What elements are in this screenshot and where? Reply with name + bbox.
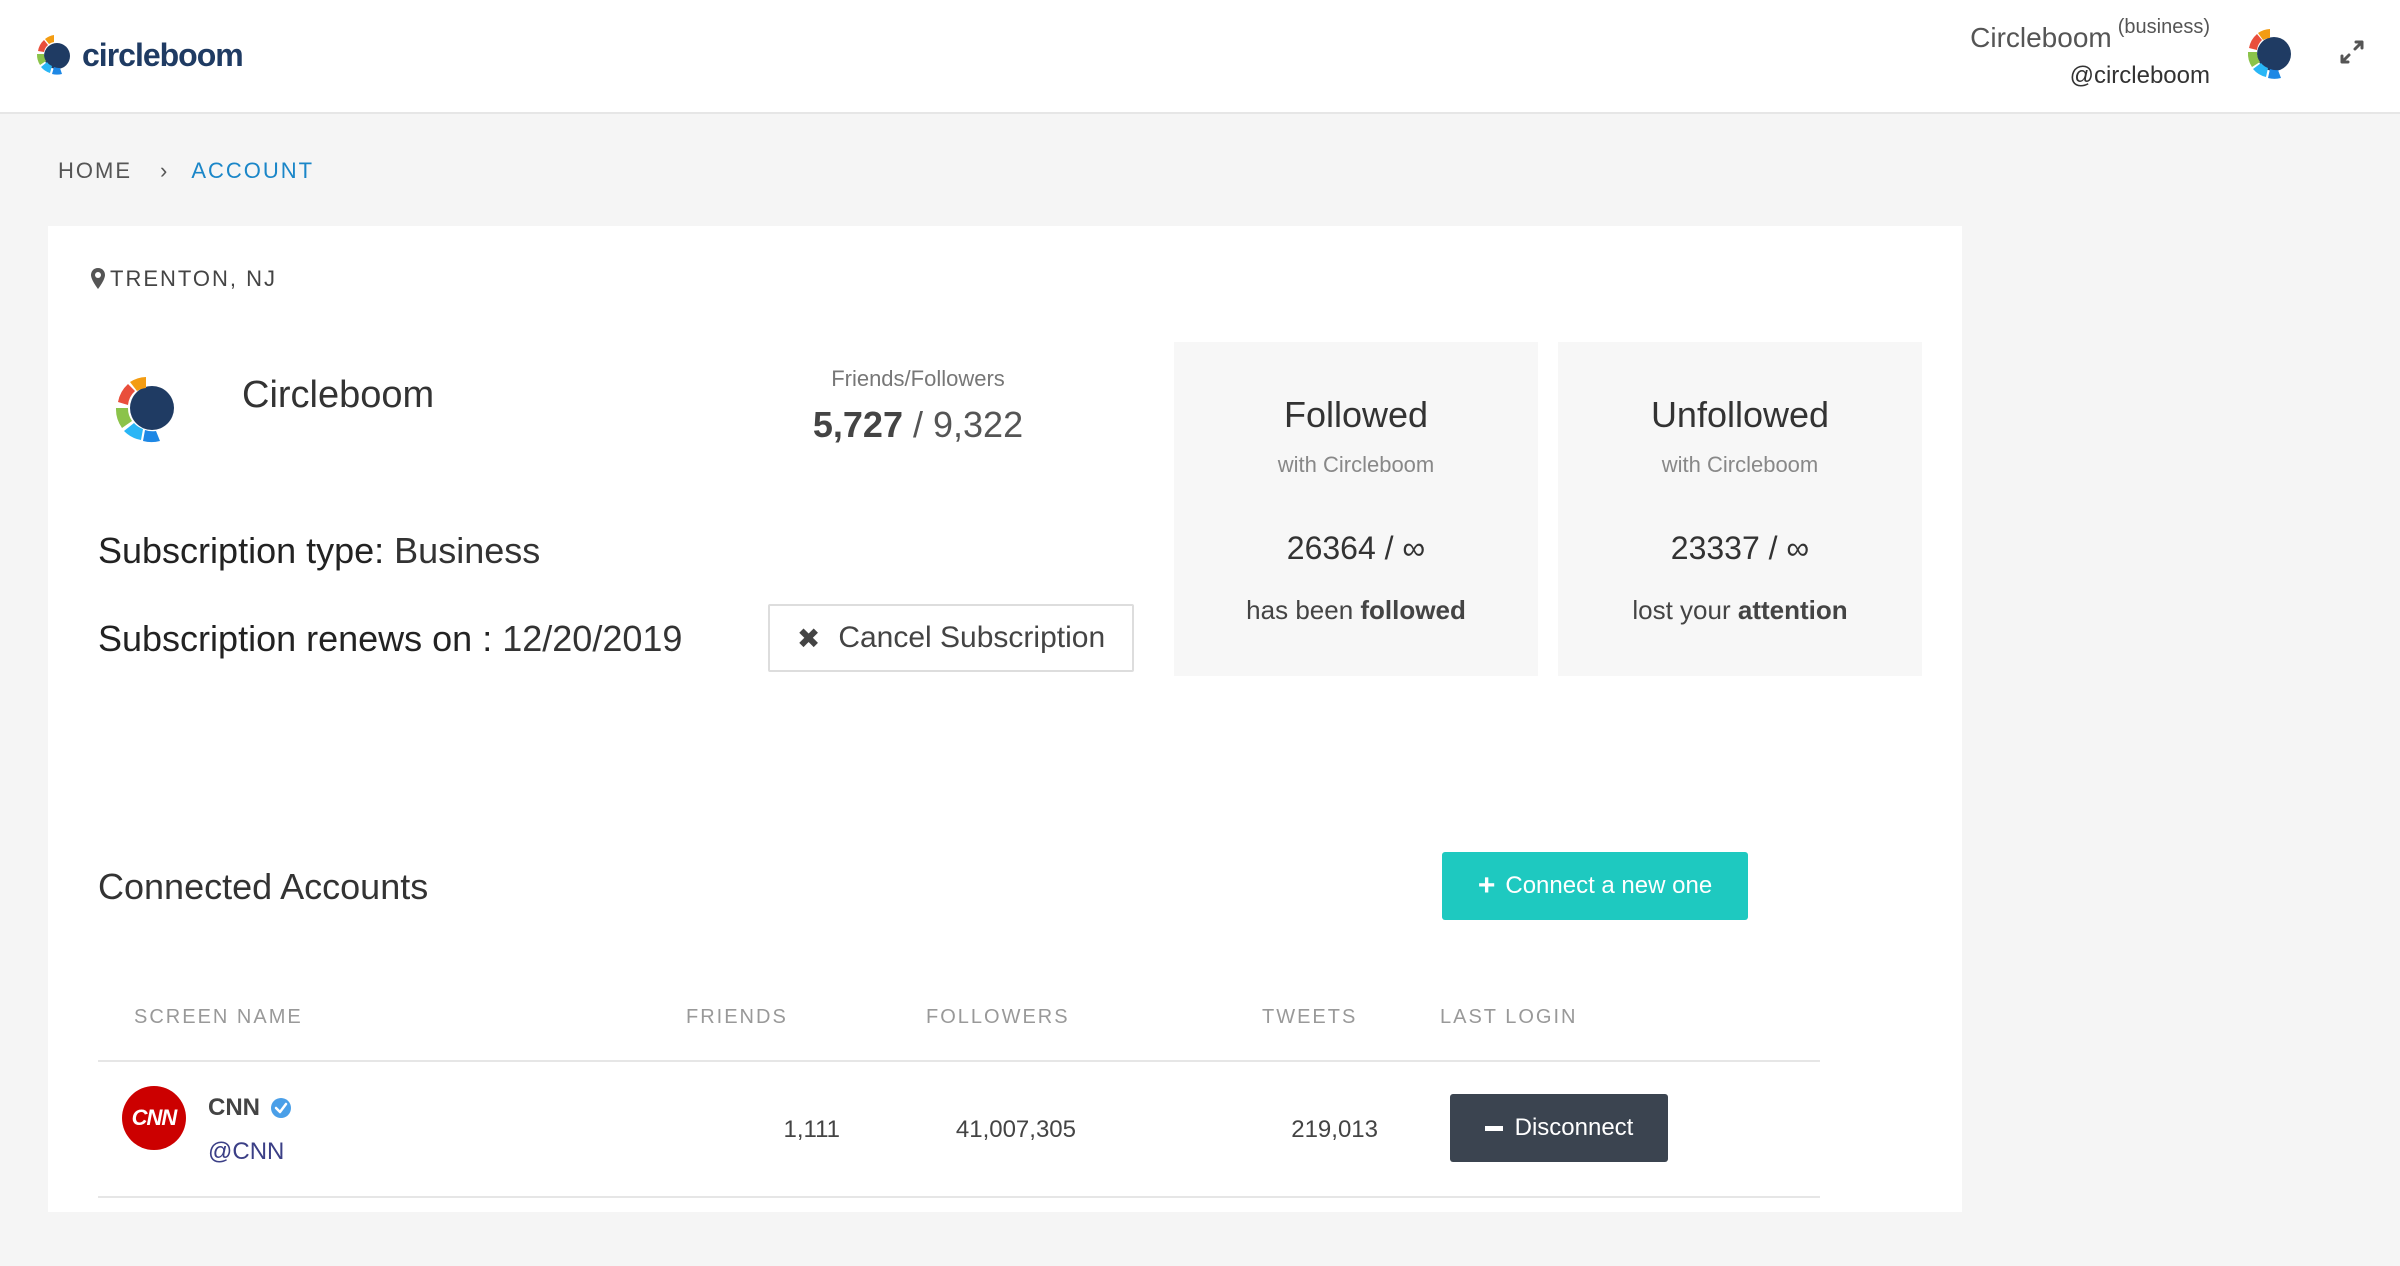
- avatar[interactable]: [2240, 22, 2304, 86]
- connect-label: Connect a new one: [1505, 872, 1713, 899]
- minus-icon: [1484, 1125, 1503, 1131]
- account-handle[interactable]: @CNN: [208, 1138, 284, 1166]
- followed-desc: has been followed: [1174, 595, 1538, 626]
- followed-stat-box: Followed with Circleboom 26364 / ∞ has b…: [1174, 342, 1538, 676]
- account-name-line: CNN: [208, 1094, 292, 1122]
- col-tweets[interactable]: TWEETS: [1262, 1006, 1357, 1029]
- expand-icon[interactable]: [2338, 38, 2366, 66]
- connected-accounts-table: SCREEN NAME FRIENDS FOLLOWERS TWEETS LAS…: [98, 970, 1820, 1198]
- unfollowed-desc: lost your attention: [1558, 595, 1922, 626]
- verified-badge-icon: [271, 1098, 291, 1118]
- account-friends: 1,111: [783, 1116, 841, 1143]
- account-tweets: 219,013: [1291, 1116, 1378, 1143]
- ff-values: 5,727 / 9,322: [768, 404, 1068, 446]
- followers-count: / 9,322: [913, 404, 1024, 445]
- breadcrumb-home[interactable]: HOME: [58, 158, 132, 184]
- breadcrumb: HOME › ACCOUNT: [58, 158, 314, 184]
- top-bar: circleboom Circleboom (business) @circleb…: [0, 0, 2400, 114]
- disconnect-label: Disconnect: [1514, 1114, 1634, 1141]
- unfollowed-subtitle: with Circleboom: [1661, 452, 1819, 477]
- col-screen-name[interactable]: SCREEN NAME: [134, 1006, 303, 1029]
- disconnect-button[interactable]: Disconnect: [1450, 1094, 1668, 1162]
- user-tier: (business): [2117, 16, 2210, 38]
- times-icon: ✖: [796, 622, 821, 654]
- unfollowed-desc-prefix: lost your: [1632, 595, 1731, 625]
- location-text: TRENTON, NJ: [110, 266, 278, 291]
- account-name: CNN: [208, 1094, 260, 1121]
- account-followers: 41,007,305: [955, 1116, 1076, 1143]
- subscription-renews-label: Subscription renews on :: [98, 618, 493, 659]
- col-friends[interactable]: FRIENDS: [686, 1006, 788, 1029]
- user-name: Circleboom: [1970, 22, 2112, 53]
- table-header: SCREEN NAME FRIENDS FOLLOWERS TWEETS LAS…: [98, 970, 1820, 1062]
- subscription-type: Subscription type: Business: [98, 530, 540, 572]
- followed-title: Followed: [1283, 394, 1429, 435]
- profile-avatar: [115, 377, 174, 443]
- subscription-renews: Subscription renews on : 12/20/2019: [98, 618, 682, 660]
- breadcrumb-current[interactable]: ACCOUNT: [191, 158, 314, 184]
- cnn-logo: CNN: [122, 1086, 186, 1150]
- friends-count: 5,727: [812, 404, 903, 445]
- table-row: CNN CNN @CNN 1,111 41,007,305 219,013 Di…: [98, 1062, 1820, 1198]
- connected-accounts-title: Connected Accounts: [98, 866, 429, 907]
- unfollowed-title: Unfollowed: [1650, 394, 1830, 435]
- chevron-right-icon: ›: [160, 158, 170, 183]
- user-block[interactable]: Circleboom (business) @circleboom: [1970, 16, 2210, 90]
- followed-subtitle: with Circleboom: [1277, 452, 1435, 477]
- profile-name: Circleboom: [242, 374, 435, 416]
- connect-new-account-button[interactable]: + Connect a new one: [1442, 852, 1748, 920]
- account-card: TRENTON, NJ Circleboom Friends/Followers…: [48, 226, 1962, 1212]
- followed-count: 26364 / ∞: [1286, 530, 1426, 566]
- circleboom-logo[interactable]: circleboom: [32, 28, 244, 82]
- user-handle: @circleboom: [2069, 62, 2210, 89]
- unfollowed-stat-box: Unfollowed with Circleboom 23337 / ∞ los…: [1558, 342, 1922, 676]
- unfollowed-desc-bold: attention: [1737, 595, 1848, 625]
- circleboom-logo-icon: [36, 35, 70, 75]
- followed-desc-bold: followed: [1360, 595, 1466, 625]
- col-last-login[interactable]: LAST LOGIN: [1440, 1006, 1577, 1029]
- col-followers[interactable]: FOLLOWERS: [926, 1006, 1070, 1029]
- subscription-renews-date: 12/20/2019: [502, 618, 683, 659]
- subscription-type-value: Business: [394, 530, 541, 571]
- plus-icon: +: [1477, 869, 1496, 902]
- logo-text: circleboom: [82, 36, 244, 73]
- followed-desc-prefix: has been: [1246, 595, 1354, 625]
- cancel-subscription-label: Cancel Subscription: [838, 621, 1106, 654]
- location: TRENTON, NJ: [90, 266, 277, 292]
- cancel-subscription-button[interactable]: ✖ Cancel Subscription: [768, 604, 1134, 672]
- user-name-line: Circleboom (business): [1970, 16, 2210, 54]
- friends-followers: Friends/Followers 5,727 / 9,322: [768, 366, 1068, 446]
- map-pin-icon: [91, 268, 105, 289]
- ff-label: Friends/Followers: [831, 366, 1005, 391]
- unfollowed-count: 23337 / ∞: [1670, 530, 1810, 566]
- subscription-type-label: Subscription type:: [98, 530, 385, 571]
